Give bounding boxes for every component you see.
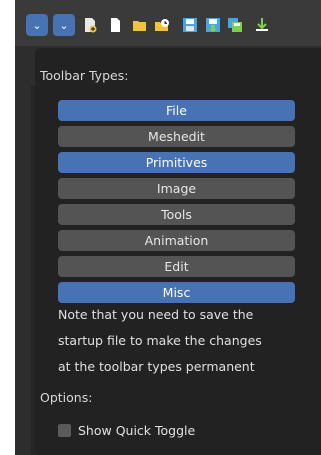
new-file-button[interactable] — [79, 14, 101, 36]
toolbar-type-edit-toggle[interactable]: Edit — [58, 256, 295, 277]
file-button[interactable] — [104, 14, 126, 36]
save-as-button[interactable] — [202, 14, 224, 36]
save-copy-icon — [228, 18, 242, 32]
save-as-icon — [206, 18, 220, 32]
save-icon — [183, 18, 197, 32]
toolbar-type-image-toggle[interactable]: Image — [58, 178, 295, 199]
show-quick-toggle-checkbox[interactable] — [58, 423, 71, 437]
show-quick-toggle-option[interactable]: Show Quick Toggle — [58, 420, 195, 440]
options-label: Options: — [40, 390, 93, 405]
toolbar-type-animation-toggle[interactable]: Animation — [58, 230, 295, 251]
save-note-line-1: Note that you need to save the — [58, 307, 254, 322]
toolbar-type-misc-toggle[interactable]: Misc — [58, 282, 295, 303]
toolbar-type-dropdown[interactable]: ⌄ — [26, 14, 48, 36]
toolbar-types-label: Toolbar Types: — [40, 68, 129, 83]
recent-icon — [155, 19, 169, 31]
save-copy-button[interactable] — [224, 14, 246, 36]
toolbar-options-dropdown[interactable]: ⌄ — [53, 14, 75, 36]
new-file-icon — [85, 18, 97, 33]
file-icon — [111, 18, 120, 32]
toolbar-type-tools-toggle[interactable]: Tools — [58, 204, 295, 225]
chevron-down-icon: ⌄ — [59, 18, 69, 32]
blender-window: ⌄ ⌄ Toolbar Types: File Meshedit Primiti… — [15, 0, 321, 455]
open-folder-icon — [133, 21, 146, 31]
toolbar-type-primitives-toggle[interactable]: Primitives — [58, 152, 295, 173]
toolbar-type-file-toggle[interactable]: File — [58, 100, 295, 121]
chevron-down-icon: ⌄ — [32, 18, 42, 32]
save-note-line-2: startup file to make the changes — [58, 333, 262, 348]
import-button[interactable] — [251, 14, 273, 36]
import-icon — [256, 18, 268, 31]
save-button[interactable] — [179, 14, 201, 36]
toolbar-type-meshedit-toggle[interactable]: Meshedit — [58, 126, 295, 147]
recent-button[interactable] — [151, 14, 173, 36]
save-note-line-3: at the toolbar types permanent — [58, 359, 255, 374]
top-toolbar: ⌄ ⌄ — [15, 0, 321, 46]
open-button[interactable] — [129, 14, 151, 36]
show-quick-toggle-label: Show Quick Toggle — [78, 422, 196, 438]
